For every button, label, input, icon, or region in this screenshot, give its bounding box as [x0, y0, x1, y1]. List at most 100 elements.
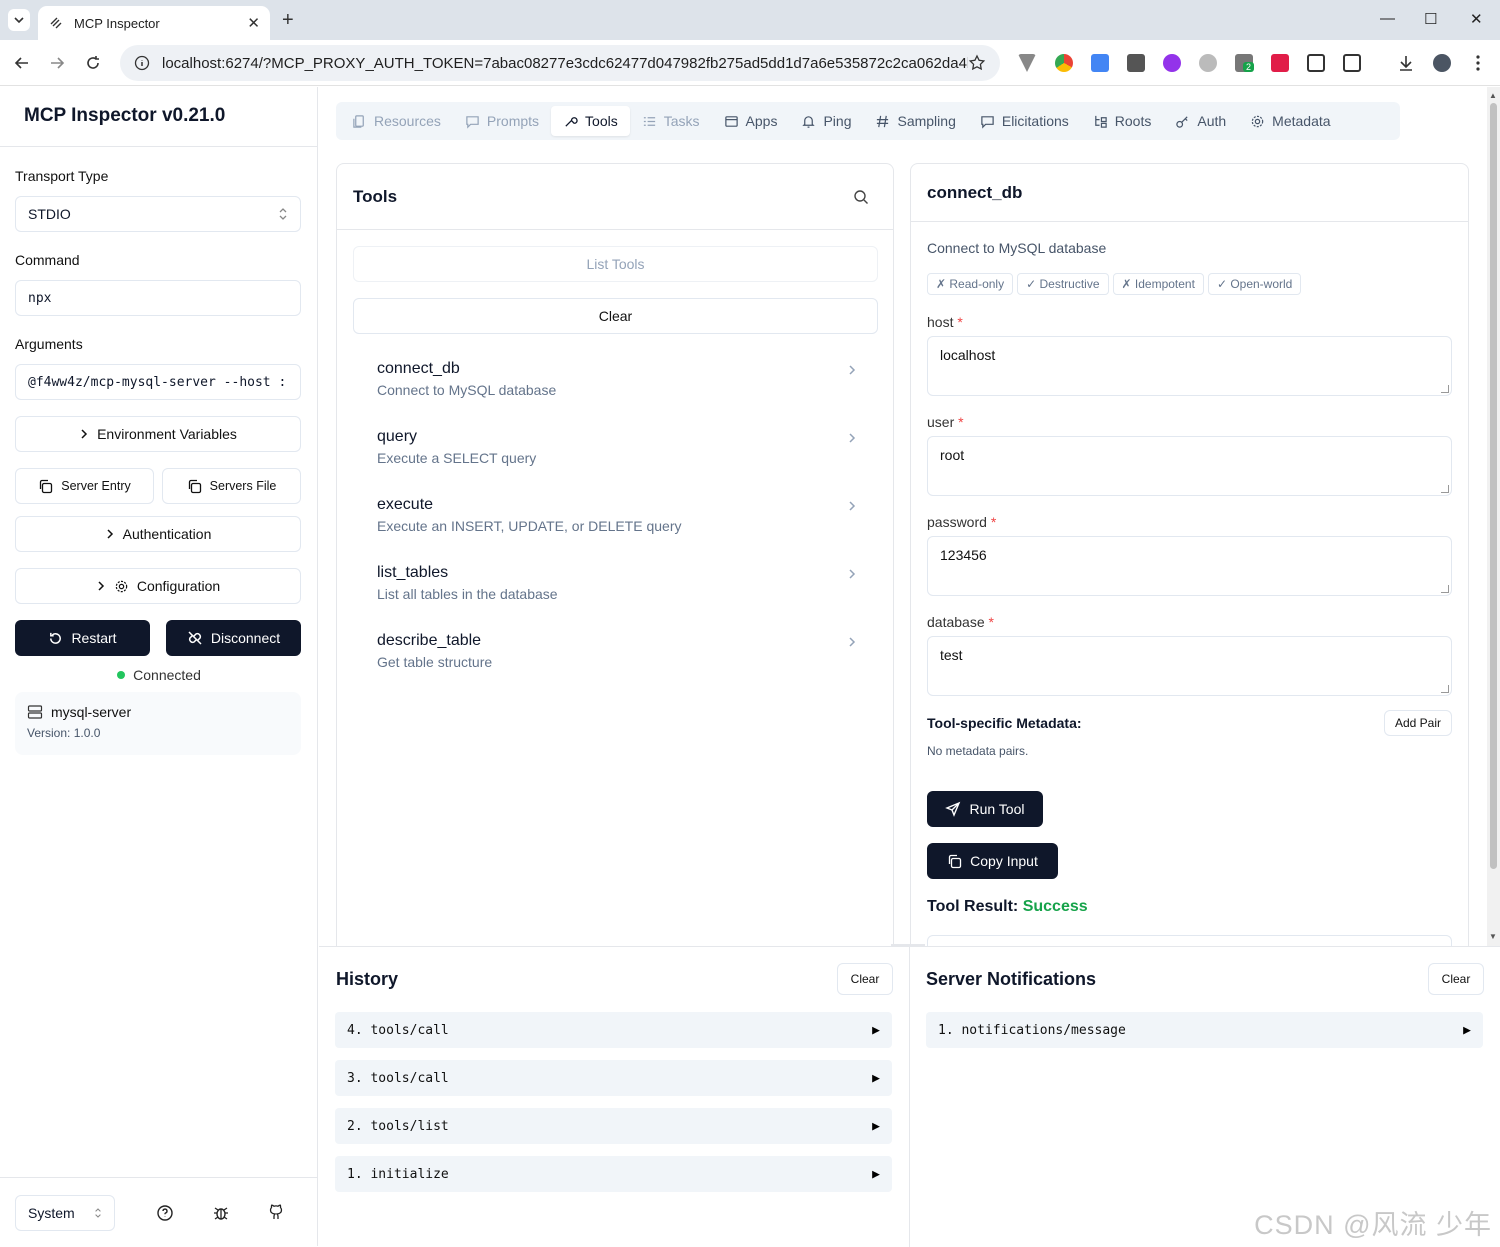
- tool-list-item[interactable]: connect_db Connect to MySQL database: [377, 360, 857, 398]
- extensions-puzzle-icon[interactable]: [1343, 54, 1361, 72]
- param-input-database[interactable]: test: [927, 636, 1452, 696]
- tool-list-item[interactable]: describe_table Get table structure: [377, 632, 857, 670]
- scroll-down-icon[interactable]: ▼: [1489, 932, 1497, 941]
- kebab-menu-icon[interactable]: [1468, 53, 1488, 73]
- close-window-icon[interactable]: ✕: [1470, 10, 1483, 28]
- history-clear-button[interactable]: Clear: [837, 963, 893, 995]
- maximize-icon[interactable]: ☐: [1424, 10, 1437, 28]
- theme-select[interactable]: System: [15, 1195, 115, 1231]
- servers-file-button[interactable]: Servers File: [162, 468, 301, 504]
- tab-close-icon[interactable]: ✕: [247, 14, 260, 32]
- browser-tab[interactable]: MCP Inspector ✕: [38, 6, 270, 40]
- required-mark: *: [958, 414, 964, 430]
- list-tools-button[interactable]: List Tools: [353, 246, 878, 282]
- tab-apps[interactable]: Apps: [712, 106, 790, 136]
- required-mark: *: [957, 314, 963, 330]
- expand-triangle-icon[interactable]: ▶: [872, 1119, 880, 1134]
- chevron-right-icon: [849, 569, 856, 579]
- forward-icon[interactable]: [47, 53, 67, 73]
- param-value: root: [940, 447, 965, 463]
- environment-variables-button[interactable]: Environment Variables: [15, 416, 301, 452]
- tool-list-item[interactable]: execute Execute an INSERT, UPDATE, or DEL…: [377, 496, 857, 534]
- copy-input-button[interactable]: Copy Input: [927, 843, 1058, 879]
- expand-triangle-icon[interactable]: ▶: [872, 1071, 880, 1086]
- extension-badge-icon[interactable]: 2: [1235, 54, 1255, 72]
- resize-grip-icon[interactable]: [1441, 585, 1449, 593]
- restart-button[interactable]: Restart: [15, 620, 150, 656]
- transport-type-select[interactable]: STDIO: [15, 196, 301, 232]
- restart-label: Restart: [71, 630, 117, 646]
- history-item[interactable]: 2. tools/list ▶: [335, 1108, 892, 1144]
- param-input-host[interactable]: localhost: [927, 336, 1452, 396]
- param-name: host: [927, 314, 954, 330]
- download-icon[interactable]: [1396, 53, 1416, 73]
- tab-label: Ping: [823, 113, 852, 129]
- extension-red-icon[interactable]: [1271, 54, 1289, 72]
- expand-triangle-icon[interactable]: ▶: [872, 1167, 880, 1182]
- configuration-button[interactable]: Configuration: [15, 568, 301, 604]
- github-icon[interactable]: [268, 1204, 286, 1222]
- resize-handle[interactable]: [891, 944, 925, 947]
- tab-prompts[interactable]: Prompts: [453, 106, 551, 136]
- info-icon[interactable]: [134, 55, 150, 71]
- back-icon[interactable]: [12, 53, 32, 73]
- history-item-label: 4. tools/call: [347, 1022, 449, 1038]
- tab-elicitations[interactable]: Elicitations: [968, 106, 1081, 136]
- server-entry-button[interactable]: Server Entry: [15, 468, 154, 504]
- profile-avatar-icon[interactable]: [1433, 54, 1451, 72]
- history-item[interactable]: 4. tools/call ▶: [335, 1012, 892, 1048]
- extension-chrome-icon[interactable]: [1055, 54, 1073, 72]
- search-icon[interactable]: [853, 189, 869, 205]
- param-input-password[interactable]: 123456: [927, 536, 1452, 596]
- extension-v-icon[interactable]: [1018, 54, 1036, 72]
- history-item[interactable]: 1. initialize ▶: [335, 1156, 892, 1192]
- notifications-clear-button[interactable]: Clear: [1428, 963, 1484, 995]
- expand-triangle-icon[interactable]: ▶: [1463, 1023, 1471, 1038]
- bookmark-star-icon[interactable]: [968, 54, 986, 72]
- chevron-updown-icon: [95, 1208, 101, 1218]
- disconnect-button[interactable]: Disconnect: [166, 620, 301, 656]
- extension-gray-icon[interactable]: [1199, 54, 1217, 72]
- add-pair-button[interactable]: Add Pair: [1384, 710, 1452, 736]
- tab-auth[interactable]: Auth: [1163, 106, 1238, 136]
- notification-item[interactable]: 1. notifications/message ▶: [926, 1012, 1483, 1048]
- resize-grip-icon[interactable]: [1441, 385, 1449, 393]
- reload-icon[interactable]: [83, 53, 103, 73]
- copy-icon: [40, 479, 53, 493]
- tab-label: Elicitations: [1001, 113, 1069, 129]
- param-input-user[interactable]: root: [927, 436, 1452, 496]
- bug-icon[interactable]: [212, 1204, 230, 1222]
- extension-purple-icon[interactable]: [1163, 54, 1181, 72]
- main-scrollbar[interactable]: ▲ ▼: [1487, 87, 1500, 946]
- add-pair-label: Add Pair: [1394, 716, 1442, 730]
- extension-capture-icon[interactable]: [1127, 54, 1145, 72]
- address-bar[interactable]: localhost:6274/?MCP_PROXY_AUTH_TOKEN=7ab…: [120, 45, 1000, 81]
- arguments-input[interactable]: @f4ww4z/mcp-mysql-server --host :: [15, 364, 301, 400]
- run-tool-button[interactable]: Run Tool: [927, 791, 1043, 827]
- minimize-icon[interactable]: —: [1380, 10, 1395, 27]
- resize-grip-icon[interactable]: [1441, 485, 1449, 493]
- tab-resources[interactable]: Resources: [340, 106, 453, 136]
- tab-metadata[interactable]: Metadata: [1238, 106, 1342, 136]
- scroll-up-icon[interactable]: ▲: [1489, 91, 1497, 100]
- clear-tools-button[interactable]: Clear: [353, 298, 878, 334]
- tool-list-item[interactable]: query Execute a SELECT query: [377, 428, 857, 466]
- scrollbar-thumb[interactable]: [1490, 103, 1497, 869]
- extension-translate-icon[interactable]: [1091, 54, 1109, 72]
- extension-crop-icon[interactable]: [1307, 54, 1325, 72]
- tab-tasks[interactable]: Tasks: [630, 106, 712, 136]
- tab-roots[interactable]: Roots: [1081, 106, 1164, 136]
- history-item[interactable]: 3. tools/call ▶: [335, 1060, 892, 1096]
- expand-triangle-icon[interactable]: ▶: [872, 1023, 880, 1038]
- authentication-button[interactable]: Authentication: [15, 516, 301, 552]
- watermark: CSDN @风流 少年: [1254, 1210, 1492, 1240]
- tool-list-item[interactable]: list_tables List all tables in the databa…: [377, 564, 857, 602]
- command-input[interactable]: npx: [15, 280, 301, 316]
- tab-search-button[interactable]: [8, 9, 30, 31]
- resize-grip-icon[interactable]: [1441, 685, 1449, 693]
- tab-ping[interactable]: Ping: [789, 106, 863, 136]
- tab-tools[interactable]: Tools: [551, 106, 630, 136]
- help-circle-icon[interactable]: [156, 1204, 174, 1222]
- tab-sampling[interactable]: Sampling: [863, 106, 967, 136]
- new-tab-button[interactable]: +: [282, 9, 294, 32]
